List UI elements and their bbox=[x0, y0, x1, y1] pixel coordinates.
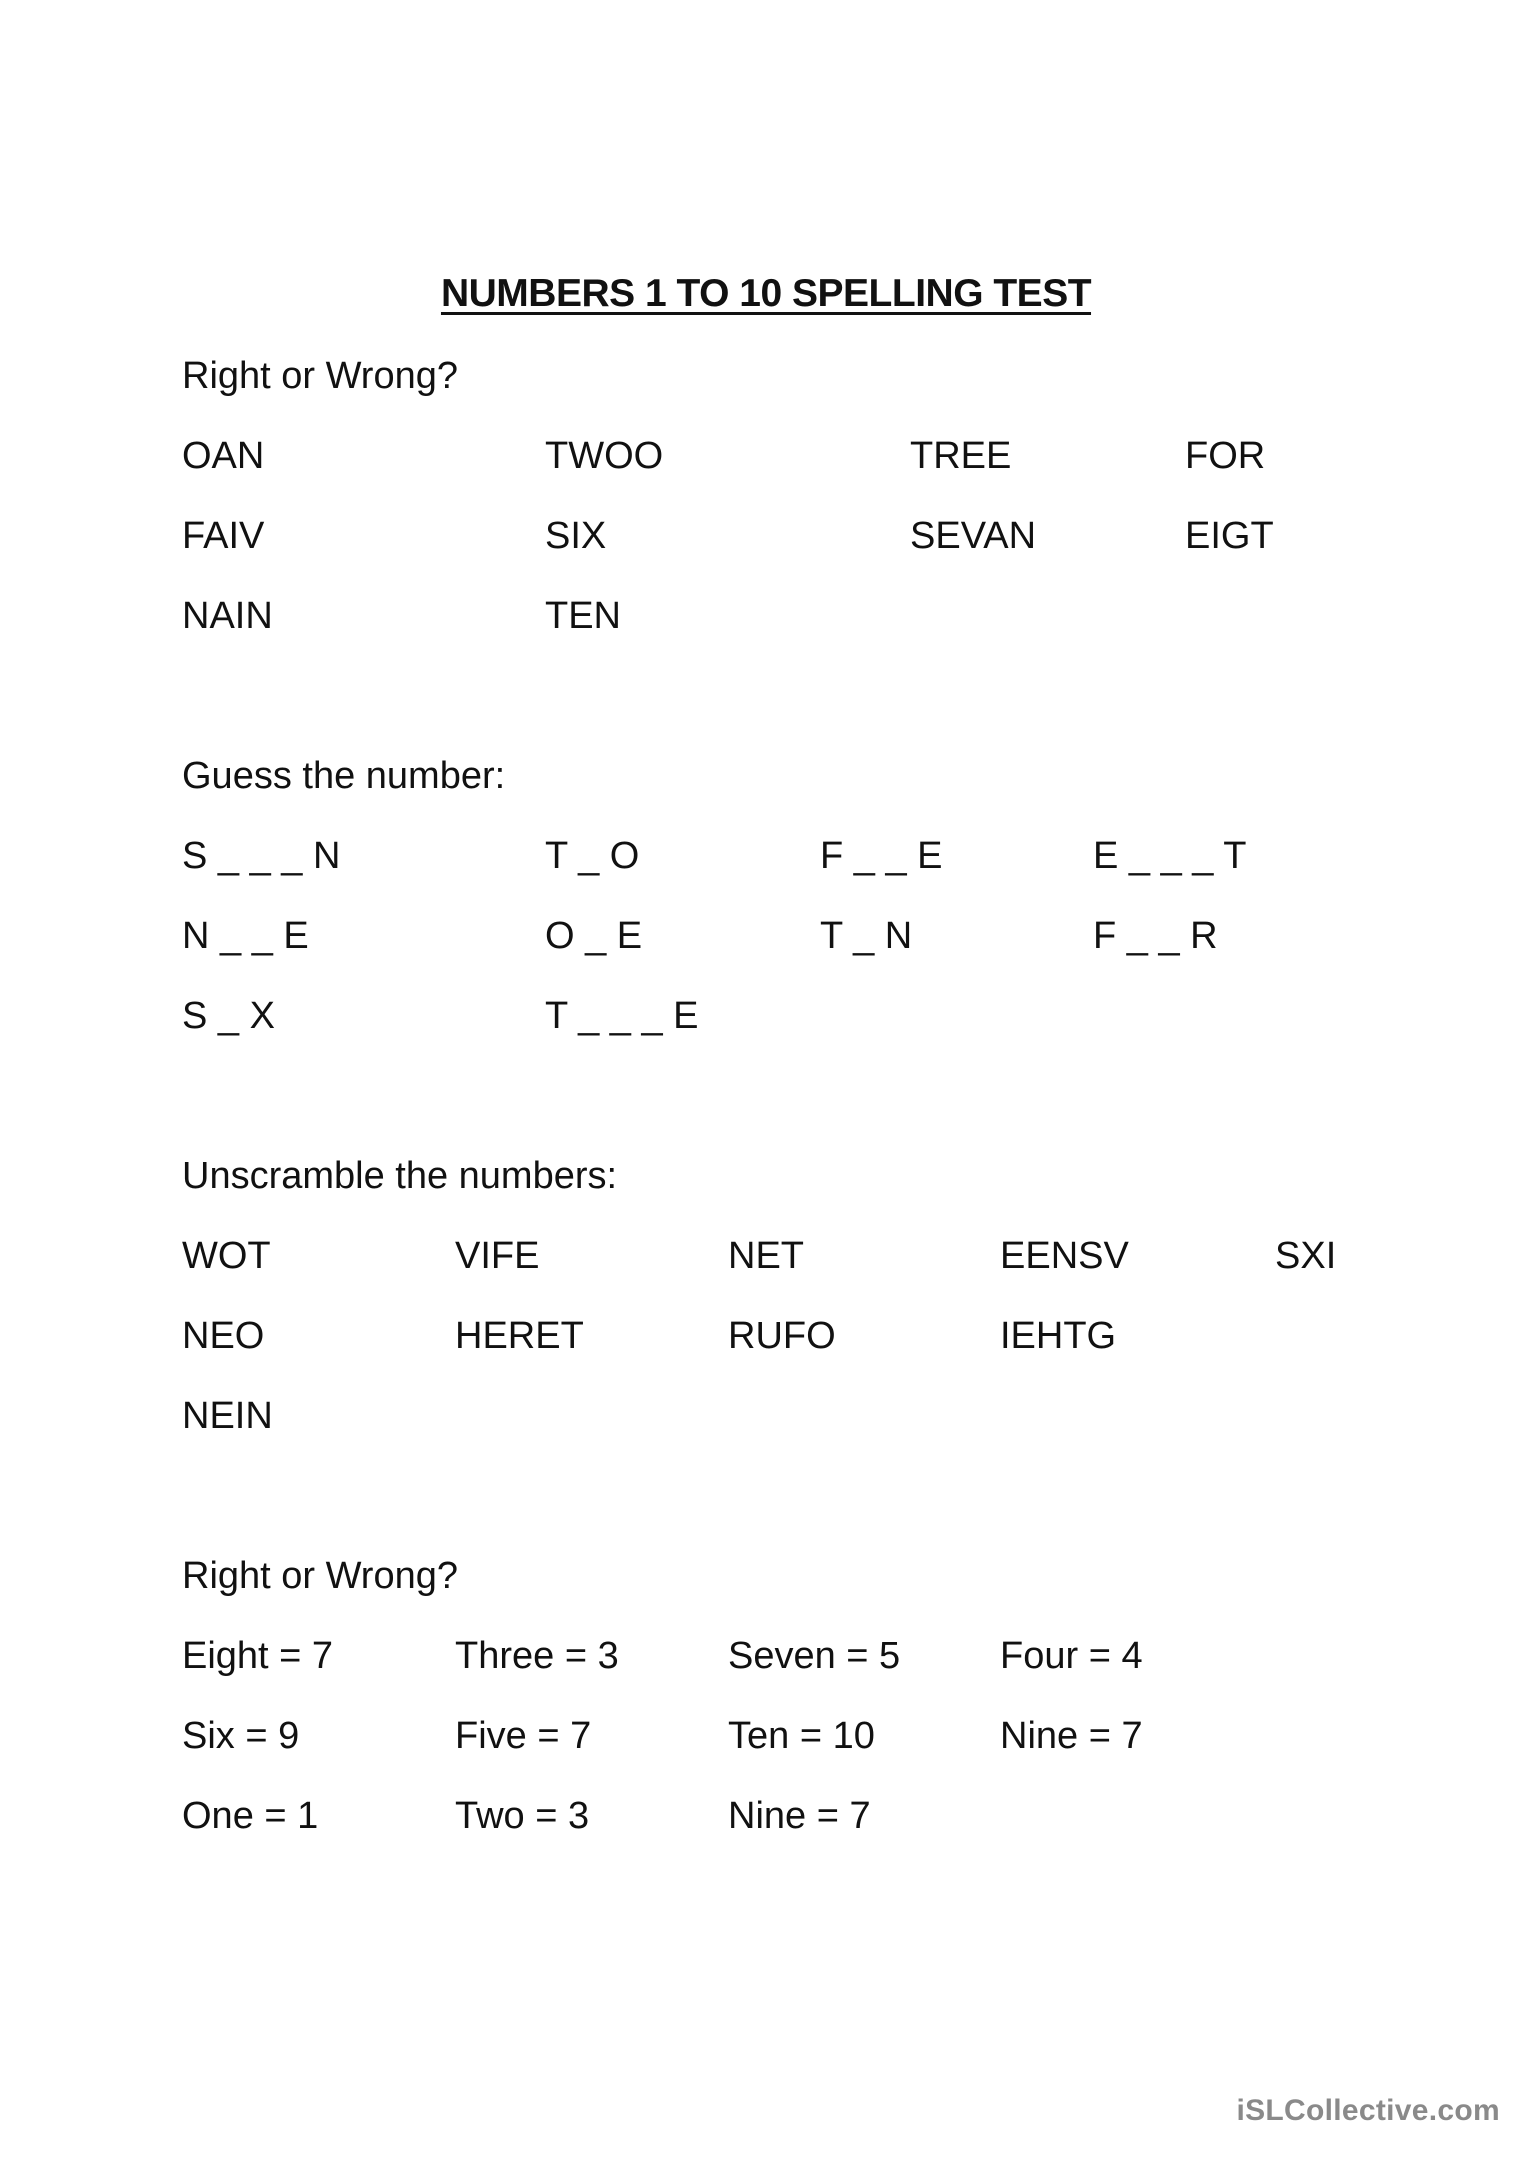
worksheet-title: NUMBERS 1 TO 10 SPELLING TEST bbox=[440, 272, 1092, 315]
exercise-item: SEVAN bbox=[910, 515, 1037, 557]
exercise-item: F _ _ R bbox=[1093, 915, 1218, 957]
exercise-item: Three = 3 bbox=[455, 1635, 619, 1677]
exercise-item: NEO bbox=[182, 1315, 265, 1357]
exercise-item: NAIN bbox=[182, 595, 273, 637]
exercise-item: Seven = 5 bbox=[728, 1635, 901, 1677]
exercise-item: WOT bbox=[182, 1235, 271, 1277]
exercise-item: NET bbox=[728, 1235, 804, 1277]
exercise-item: Nine = 7 bbox=[728, 1795, 871, 1837]
section-heading: Right or Wrong? bbox=[182, 355, 458, 397]
exercise-item: Four = 4 bbox=[1000, 1635, 1143, 1677]
exercise-item: SIX bbox=[545, 515, 607, 557]
exercise-item: RUFO bbox=[728, 1315, 836, 1357]
exercise-item: EENSV bbox=[1000, 1235, 1129, 1277]
section-heading: Guess the number: bbox=[182, 755, 506, 797]
exercise-item: OAN bbox=[182, 435, 265, 477]
exercise-item: E _ _ _ T bbox=[1093, 835, 1247, 877]
exercise-item: T _ O bbox=[545, 835, 640, 877]
exercise-item: Five = 7 bbox=[455, 1715, 592, 1757]
exercise-item: T _ _ _ E bbox=[545, 995, 699, 1037]
exercise-item: SXI bbox=[1275, 1235, 1337, 1277]
exercise-item: TEN bbox=[545, 595, 621, 637]
exercise-item: IEHTG bbox=[1000, 1315, 1117, 1357]
exercise-item: TWOO bbox=[545, 435, 664, 477]
exercise-item: FAIV bbox=[182, 515, 265, 557]
exercise-item: Nine = 7 bbox=[1000, 1715, 1143, 1757]
exercise-item: TREE bbox=[910, 435, 1012, 477]
exercise-item: N _ _ E bbox=[182, 915, 309, 957]
section-heading: Unscramble the numbers: bbox=[182, 1155, 618, 1197]
exercise-item: Two = 3 bbox=[455, 1795, 590, 1837]
exercise-item: Ten = 10 bbox=[728, 1715, 875, 1757]
exercise-item: S _ X bbox=[182, 995, 275, 1037]
exercise-item: Eight = 7 bbox=[182, 1635, 334, 1677]
exercise-item: T _ N bbox=[820, 915, 913, 957]
site-watermark: iSLCollective.com bbox=[1236, 2094, 1500, 2127]
exercise-item: NEIN bbox=[182, 1395, 273, 1437]
exercise-item: VIFE bbox=[455, 1235, 540, 1277]
exercise-item: One = 1 bbox=[182, 1795, 319, 1837]
exercise-item: F _ _ E bbox=[820, 835, 943, 877]
section-heading: Right or Wrong? bbox=[182, 1555, 458, 1597]
exercise-item: S _ _ _ N bbox=[182, 835, 341, 877]
exercise-item: Six = 9 bbox=[182, 1715, 300, 1757]
exercise-item: EIGT bbox=[1185, 515, 1274, 557]
exercise-item: FOR bbox=[1185, 435, 1266, 477]
exercise-item: HERET bbox=[455, 1315, 584, 1357]
exercise-item: O _ E bbox=[545, 915, 643, 957]
